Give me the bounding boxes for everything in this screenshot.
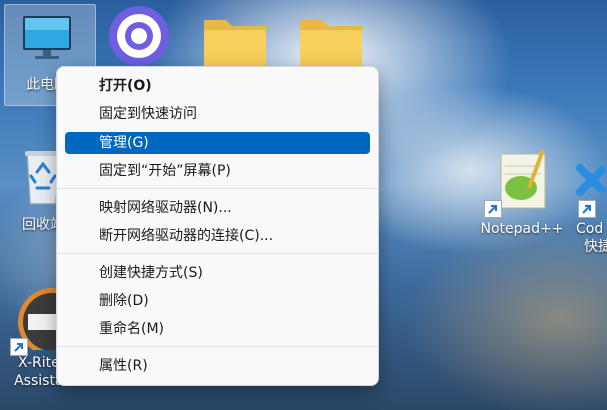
menu-item-pin-start[interactable]: 固定到“开始”屏幕(P) (65, 160, 370, 182)
folder-icon (300, 20, 362, 68)
browser-icon (109, 6, 169, 66)
desktop-icon-notepad-plus-plus[interactable]: Notepad++ (476, 148, 568, 238)
desktop-icon-label: Cod (576, 221, 604, 237)
desktop-icon-vscode[interactable]: Cod 快捷 (570, 148, 607, 256)
computer-icon (23, 16, 71, 59)
desktop-icon-browser[interactable] (100, 4, 178, 72)
menu-item-manage[interactable]: 管理(G) (65, 132, 370, 154)
menu-item-open[interactable]: 打开(O) (65, 75, 370, 97)
menu-separator (57, 346, 378, 347)
shortcut-arrow-icon (10, 338, 28, 356)
menu-item-pin-quick-access[interactable]: 固定到快速访问 (65, 103, 370, 125)
menu-separator (57, 253, 378, 254)
menu-item-properties[interactable]: 属性(R) (65, 355, 370, 377)
desktop-icon-label: Notepad++ (480, 221, 564, 237)
shortcut-arrow-icon (484, 200, 502, 218)
menu-item-create-shortcut[interactable]: 创建快捷方式(S) (65, 262, 370, 284)
desktop-icon-folder-1[interactable] (196, 12, 274, 72)
menu-item-rename[interactable]: 重命名(M) (65, 318, 370, 340)
menu-item-disconnect-network-drive[interactable]: 断开网络驱动器的连接(C)... (65, 225, 370, 247)
folder-icon (204, 20, 266, 68)
menu-item-delete[interactable]: 删除(D) (65, 290, 370, 312)
shortcut-arrow-icon (578, 200, 596, 218)
desktop-icon-folder-2[interactable] (292, 12, 370, 72)
menu-separator (57, 188, 378, 189)
context-menu: 打开(O) 固定到快速访问 管理(G) 固定到“开始”屏幕(P) 映射网络驱动器… (56, 66, 379, 386)
desktop-icon-label-line2: 快捷 (584, 239, 607, 255)
menu-item-map-network-drive[interactable]: 映射网络驱动器(N)... (65, 197, 370, 219)
